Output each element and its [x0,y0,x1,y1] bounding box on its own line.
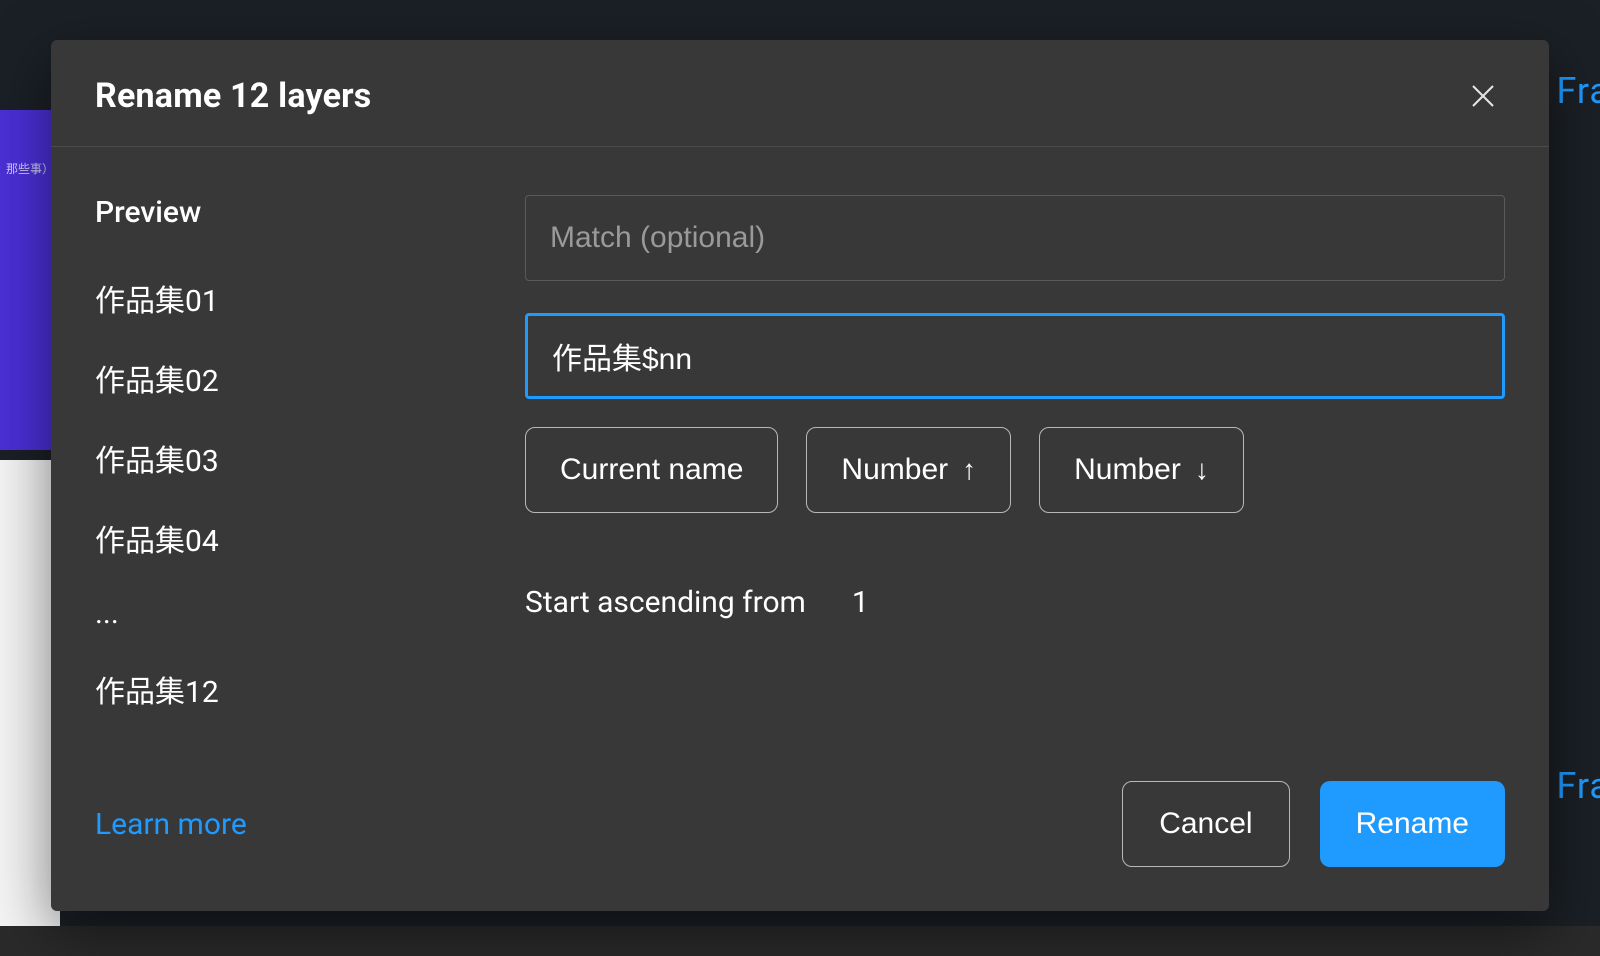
form-column: Current name Number ↑ Number ↓ Start asc… [525,195,1505,711]
chip-label: Number [1074,453,1181,487]
rename-pattern-input[interactable] [525,313,1505,399]
start-ascending-value[interactable]: 1 [852,585,869,620]
arrow-up-icon: ↑ [962,454,976,486]
preview-list: 作品集01 作品集02 作品集03 作品集04 ... 作品集12 [95,276,501,711]
footer-actions: Cancel Rename [1122,781,1505,867]
modal-body: Preview 作品集01 作品集02 作品集03 作品集04 ... 作品集1… [51,147,1549,711]
chip-number-down[interactable]: Number ↓ [1039,427,1244,513]
preview-item: 作品集03 [95,436,501,480]
start-ascending-row: Start ascending from 1 [525,585,1505,620]
preview-item: 作品集04 [95,516,501,560]
arrow-down-icon: ↓ [1195,454,1209,486]
chip-current-name[interactable]: Current name [525,427,778,513]
learn-more-link[interactable]: Learn more [95,807,247,842]
close-button[interactable] [1461,74,1505,118]
preview-item-ellipsis: ... [95,596,501,631]
close-icon [1468,81,1498,111]
chip-label: Number [841,453,948,487]
preview-item: 作品集02 [95,356,501,400]
modal-overlay: Rename 12 layers Preview 作品集01 作品集02 作品集… [0,0,1600,956]
modal-header: Rename 12 layers [51,40,1549,147]
preview-column: Preview 作品集01 作品集02 作品集03 作品集04 ... 作品集1… [95,195,525,711]
cancel-button[interactable]: Cancel [1122,781,1289,867]
rename-button[interactable]: Rename [1320,781,1505,867]
token-chip-row: Current name Number ↑ Number ↓ [525,427,1505,513]
modal-title: Rename 12 layers [95,76,371,116]
preview-item: 作品集01 [95,276,501,320]
start-ascending-label: Start ascending from [525,585,806,620]
chip-number-up[interactable]: Number ↑ [806,427,1011,513]
rename-layers-modal: Rename 12 layers Preview 作品集01 作品集02 作品集… [51,40,1549,911]
chip-label: Current name [560,453,743,487]
preview-heading: Preview [95,195,501,230]
preview-item: 作品集12 [95,667,501,711]
modal-footer: Learn more Cancel Rename [51,711,1549,911]
match-input[interactable] [525,195,1505,281]
